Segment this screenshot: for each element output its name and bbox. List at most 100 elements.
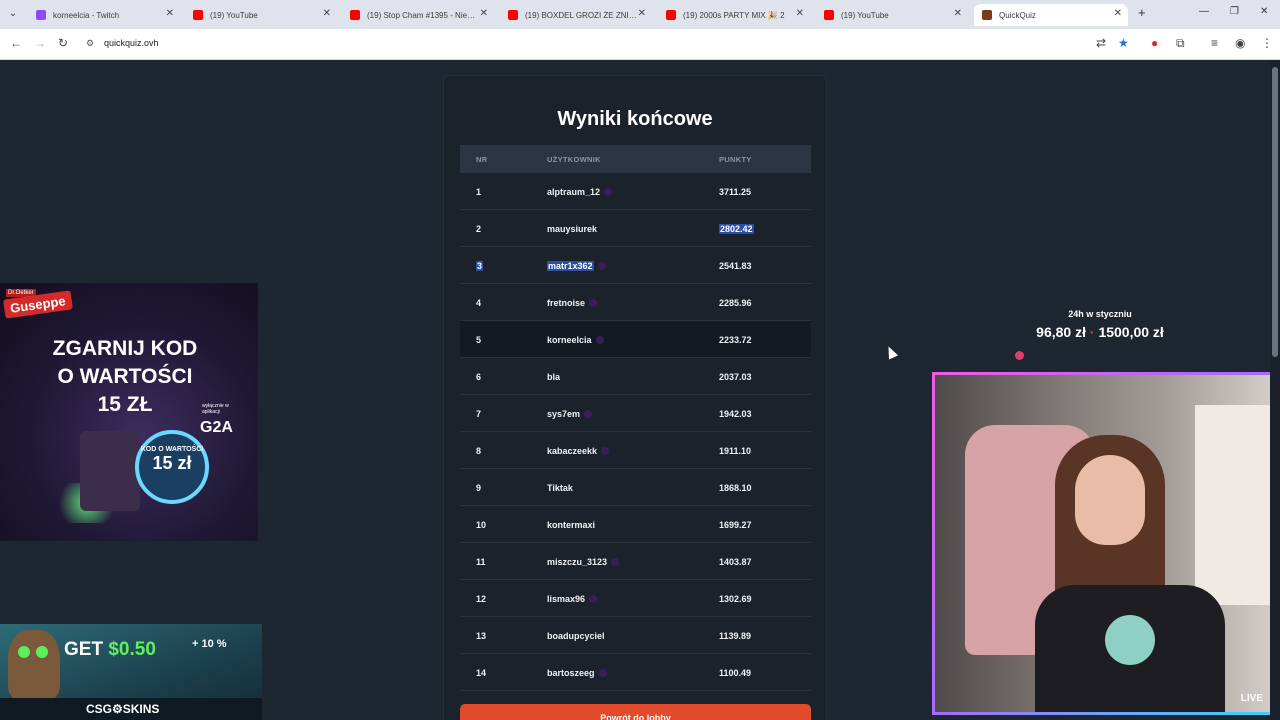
row-rank: 12	[476, 594, 486, 604]
results-row: 13 boadupcyciel 1139.89	[460, 617, 811, 654]
browser-tab[interactable]: (19) BOXDEL GROZI ŻE ZNISZC ✕	[500, 4, 652, 26]
results-title: Wyniki końcowe	[557, 108, 713, 130]
new-tab-button[interactable]: +	[1138, 5, 1146, 20]
row-points-text: 2233.72	[719, 335, 752, 345]
tab-close-icon[interactable]: ✕	[323, 8, 331, 19]
goal-separator: ·	[1089, 324, 1095, 340]
code-value-badge: KOD O WARTOŚCI 15 zł	[135, 430, 209, 504]
row-rank-text: 13	[476, 631, 487, 641]
results-row: 8 kabaczeekk 1911.10	[460, 432, 811, 469]
ad-character-image	[80, 431, 140, 511]
g2a-logo: G2A	[200, 419, 233, 436]
row-rank-text: 3	[476, 261, 484, 271]
address-bar[interactable]: quickquiz.ovh	[104, 38, 159, 48]
tab-close-icon[interactable]: ✕	[638, 8, 646, 19]
page-scrollbar[interactable]	[1270, 61, 1280, 720]
mascot-eye-left	[18, 646, 30, 658]
row-points: 2233.72	[719, 335, 752, 345]
row-points-text: 1911.10	[719, 446, 752, 456]
row-points: 1699.27	[719, 520, 752, 530]
row-rank: 5	[476, 335, 481, 345]
browser-tab[interactable]: (19) YouTube ✕	[816, 4, 968, 26]
browser-tab[interactable]: (19) YouTube ✕	[185, 4, 337, 26]
translate-icon[interactable]: ⇄	[1096, 36, 1106, 50]
row-username-text: boadupcyciel	[547, 631, 605, 641]
row-points: 2037.03	[719, 372, 752, 382]
row-rank-text: 11	[476, 557, 486, 567]
row-rank: 13	[476, 631, 486, 641]
row-points-text: 1942.03	[719, 409, 752, 419]
page-content: Wyniki końcowe NR UŻYTKOWNIK PUNKTY 1 alp…	[0, 61, 1280, 720]
user-badge-icon	[595, 336, 604, 344]
user-badge-icon	[584, 410, 593, 418]
browser-tab[interactable]: (19) Stop Cham #1395 - Nieben ✕	[342, 4, 494, 26]
scrollbar-thumb[interactable]	[1272, 67, 1278, 357]
tab-close-icon[interactable]: ✕	[166, 8, 174, 19]
results-row: 2 mauysiurek 2802.42	[460, 210, 811, 247]
ad-bonus: + 10 %	[192, 638, 227, 650]
back-icon[interactable]: ←	[10, 36, 22, 50]
browser-toolbar: ← → ↻ ⚙ quickquiz.ovh ⇄ ★ ● ⧉ ≡ ◉ ⋮	[0, 29, 1280, 60]
profile-avatar[interactable]: ◉	[1235, 36, 1245, 50]
row-points: 2541.83	[719, 261, 752, 271]
row-username: mauysiurek	[547, 224, 597, 234]
browser-tab[interactable]: (19) 2000s PARTY MIX 🎉 2 ✕	[658, 4, 810, 26]
results-row: 14 bartoszeeg 1100.49	[460, 654, 811, 691]
extension-icon[interactable]: ●	[1151, 36, 1158, 50]
user-badge-icon	[589, 595, 598, 603]
row-rank: 7	[476, 409, 481, 419]
row-username-text: fretnoise	[547, 298, 586, 308]
row-username: sys7em	[547, 409, 593, 419]
reload-icon[interactable]: ↻	[58, 36, 68, 50]
row-username: korneelcia	[547, 335, 604, 345]
bookmark-star-icon[interactable]: ★	[1118, 36, 1129, 50]
tab-search-menu-icon[interactable]: ⌄	[4, 5, 22, 23]
row-points: 3711.25	[719, 187, 751, 197]
badge-label: KOD O WARTOŚCI	[140, 446, 204, 453]
browser-tab[interactable]: korneelcia - Twitch ✕	[28, 4, 180, 26]
tab-favicon-icon	[824, 10, 834, 20]
row-points: 2285.96	[719, 298, 752, 308]
row-points: 1911.10	[719, 446, 751, 456]
mouse-cursor-icon	[883, 344, 899, 360]
tab-favicon-icon	[508, 10, 518, 20]
goal-title: 24h w styczniu	[1068, 309, 1132, 319]
browser-tab[interactable]: QuickQuiz ✕	[974, 4, 1128, 26]
ad-headline-line-1: ZGARNIJ KOD	[52, 337, 198, 360]
forward-icon[interactable]: →	[34, 36, 46, 50]
media-control-icon[interactable]: ≡	[1211, 36, 1218, 50]
tab-label: (19) YouTube	[210, 10, 258, 20]
tab-favicon-icon	[982, 10, 992, 20]
mascot-image	[8, 630, 60, 700]
row-rank: 9	[476, 483, 481, 493]
tab-close-icon[interactable]: ✕	[954, 8, 962, 19]
tab-close-icon[interactable]: ✕	[796, 8, 804, 19]
tab-close-icon[interactable]: ✕	[480, 8, 488, 19]
site-info-icon[interactable]: ⚙	[86, 38, 94, 49]
tab-favicon-icon	[36, 10, 46, 20]
minimize-icon[interactable]: —	[1199, 6, 1209, 17]
results-row: 5 korneelcia 2233.72	[460, 321, 811, 358]
row-username: miszczu_3123	[547, 557, 620, 567]
back-to-lobby-button[interactable]: Powrót do lobby	[460, 704, 811, 720]
close-window-icon[interactable]: ✕	[1260, 6, 1268, 17]
g2a-ad-banner[interactable]: Dr.Oetker Guseppe ZGARNIJ KOD O WARTOŚCI…	[0, 283, 258, 541]
user-badge-icon	[597, 262, 606, 270]
tab-label: (19) 2000s PARTY MIX 🎉 2	[683, 10, 785, 20]
browser-menu-icon[interactable]: ⋮	[1261, 36, 1273, 50]
results-row: 9 Tiktak 1868.10	[460, 469, 811, 506]
row-rank-text: 6	[476, 372, 482, 382]
row-points: 2802.42	[719, 224, 754, 234]
row-points-text: 1868.10	[719, 483, 752, 493]
row-points-text: 2541.83	[719, 261, 752, 271]
user-badge-icon	[589, 299, 598, 307]
tab-favicon-icon	[193, 10, 203, 20]
tab-close-icon[interactable]: ✕	[1114, 8, 1122, 19]
results-row: 11 miszczu_3123 1403.87	[460, 543, 811, 580]
restore-icon[interactable]: ❐	[1230, 6, 1239, 17]
csgoskins-ad-banner[interactable]: GET $0.50 + 10 % CSG⚙SKINS	[0, 624, 262, 720]
extensions-puzzle-icon[interactable]: ⧉	[1176, 36, 1185, 51]
row-username: lismax96	[547, 594, 598, 604]
row-username: boadupcyciel	[547, 631, 605, 641]
row-rank-text: 4	[476, 298, 482, 308]
